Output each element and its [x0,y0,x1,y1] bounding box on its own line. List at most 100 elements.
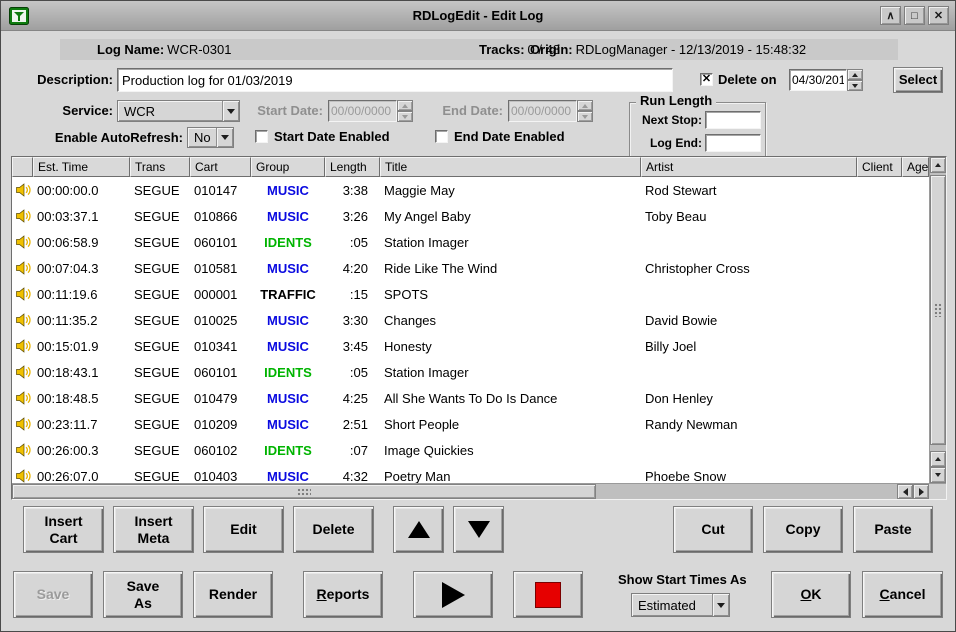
copy-button[interactable]: Copy [763,506,843,553]
horizontal-scroll-track[interactable] [12,484,897,499]
col-header-client[interactable]: Client [857,157,902,177]
speaker-icon [15,182,31,198]
log-table-row[interactable]: 00:18:43.1 SEGUE 060101 IDENTS :05 Stati… [12,359,929,385]
maximize-button[interactable]: □ [904,6,925,25]
delete-date-input[interactable] [789,69,847,91]
horizontal-scrollbar[interactable] [12,483,946,499]
log-table-row[interactable]: 00:23:11.7 SEGUE 010209 MUSIC 2:51 Short… [12,411,929,437]
log-table-row[interactable]: 00:03:37.1 SEGUE 010866 MUSIC 3:26 My An… [12,203,929,229]
delete-date-spinbox[interactable] [789,69,863,91]
artist-cell [641,229,857,255]
scroll-up-button-bottom[interactable] [930,451,946,467]
title-cell: Poetry Man [380,463,641,483]
vertical-scroll-thumb[interactable] [930,175,946,445]
move-down-button[interactable] [453,506,504,553]
log-table-row[interactable]: 00:00:00.0 SEGUE 010147 MUSIC 3:38 Maggi… [12,177,929,203]
select-date-button[interactable]: Select [893,67,943,93]
play-button[interactable] [413,571,493,618]
autorefresh-value: No [188,128,216,147]
delete-button[interactable]: Delete [293,506,374,553]
est-time-cell: 00:07:04.3 [33,255,130,281]
trans-cell: SEGUE [130,333,190,359]
shade-button[interactable]: ∧ [880,6,901,25]
cancel-button[interactable]: Cancel [862,571,943,618]
client-cell [857,307,902,333]
col-header-cart[interactable]: Cart [190,157,251,177]
title-cell: Station Imager [380,359,641,385]
stop-button[interactable] [513,571,583,618]
show-start-times-label: Show Start Times As [618,572,747,587]
log-table-row[interactable]: 00:06:58.9 SEGUE 060101 IDENTS :05 Stati… [12,229,929,255]
save-as-button[interactable]: Save As [103,571,183,618]
render-button[interactable]: Render [193,571,273,618]
reports-button[interactable]: Reports [303,571,383,618]
date-up-button[interactable] [847,69,863,80]
scroll-up-icon [935,163,941,167]
col-header-trans[interactable]: Trans [130,157,190,177]
date-down-button [397,111,413,122]
log-table-row[interactable]: 00:07:04.3 SEGUE 010581 MUSIC 4:20 Ride … [12,255,929,281]
show-start-times-combo[interactable]: Estimated [631,593,730,617]
log-table-row[interactable]: 00:15:01.9 SEGUE 010341 MUSIC 3:45 Hones… [12,333,929,359]
end-date-enabled-checkbox[interactable] [435,130,448,143]
titlebar[interactable]: RDLogEdit - Edit Log ∧ □ ✕ [1,1,955,31]
cut-button[interactable]: Cut [673,506,753,553]
est-time-cell: 00:11:19.6 [33,281,130,307]
scroll-right-button[interactable] [913,484,929,499]
vertical-scrollbar[interactable] [929,157,946,483]
log-table-row[interactable]: 00:26:00.3 SEGUE 060102 IDENTS :07 Image… [12,437,929,463]
delete-date-spin-buttons [847,69,863,91]
col-header-group[interactable]: Group [251,157,325,177]
delete-on-checkbox[interactable]: ✕ [700,73,713,86]
insert-cart-button[interactable]: Insert Cart [23,506,104,553]
edit-button[interactable]: Edit [203,506,284,553]
group-cell: MUSIC [251,255,325,281]
move-up-button[interactable] [393,506,444,553]
icon-cell [12,229,33,255]
col-header-age[interactable]: Age [902,157,929,177]
cart-cell: 010025 [190,307,251,333]
description-input[interactable] [117,68,673,92]
log-table-row[interactable]: 00:11:35.2 SEGUE 010025 MUSIC 3:30 Chang… [12,307,929,333]
origin-label: Origin: [530,42,573,57]
log-end-label: Log End: [632,135,702,152]
group-cell: MUSIC [251,333,325,359]
delete-on-label: Delete on [718,67,777,93]
cart-cell: 000001 [190,281,251,307]
log-table-row[interactable]: 00:26:07.0 SEGUE 010403 MUSIC 4:32 Poetr… [12,463,929,483]
vertical-scroll-track[interactable] [930,173,946,451]
scroll-right-icon [919,488,924,496]
agency-cell [902,177,929,203]
col-header-title[interactable]: Title [380,157,641,177]
log-table-row[interactable]: 00:11:19.6 SEGUE 000001 TRAFFIC :15 SPOT… [12,281,929,307]
date-down-button[interactable] [847,80,863,91]
icon-cell [12,463,33,483]
log-table: Est. Time Trans Cart Group Length Title … [11,156,947,500]
trans-cell: SEGUE [130,255,190,281]
col-header-artist[interactable]: Artist [641,157,857,177]
est-time-cell: 00:03:37.1 [33,203,130,229]
autorefresh-combo[interactable]: No [187,127,234,148]
scroll-down-button[interactable] [930,467,946,483]
insert-meta-button[interactable]: Insert Meta [113,506,194,553]
log-table-body: 00:00:00.0 SEGUE 010147 MUSIC 3:38 Maggi… [12,177,929,483]
close-button[interactable]: ✕ [928,6,949,25]
col-header-length[interactable]: Length [325,157,380,177]
icon-cell [12,333,33,359]
scroll-left-button[interactable] [897,484,913,499]
title-cell: SPOTS [380,281,641,307]
ok-button[interactable]: OK [771,571,851,618]
paste-button[interactable]: Paste [853,506,933,553]
artist-cell: David Bowie [641,307,857,333]
service-combo[interactable]: WCR [117,100,240,122]
trans-cell: SEGUE [130,411,190,437]
col-header-icon[interactable] [12,157,33,177]
start-date-enabled-checkbox[interactable] [255,130,268,143]
col-header-est-time[interactable]: Est. Time [33,157,130,177]
scroll-up-button[interactable] [930,157,946,173]
agency-cell [902,229,929,255]
horizontal-scroll-thumb[interactable] [12,484,596,499]
end-date-spin-buttons [577,100,593,122]
log-table-row[interactable]: 00:18:48.5 SEGUE 010479 MUSIC 4:25 All S… [12,385,929,411]
scrollbar-corner [929,484,946,499]
